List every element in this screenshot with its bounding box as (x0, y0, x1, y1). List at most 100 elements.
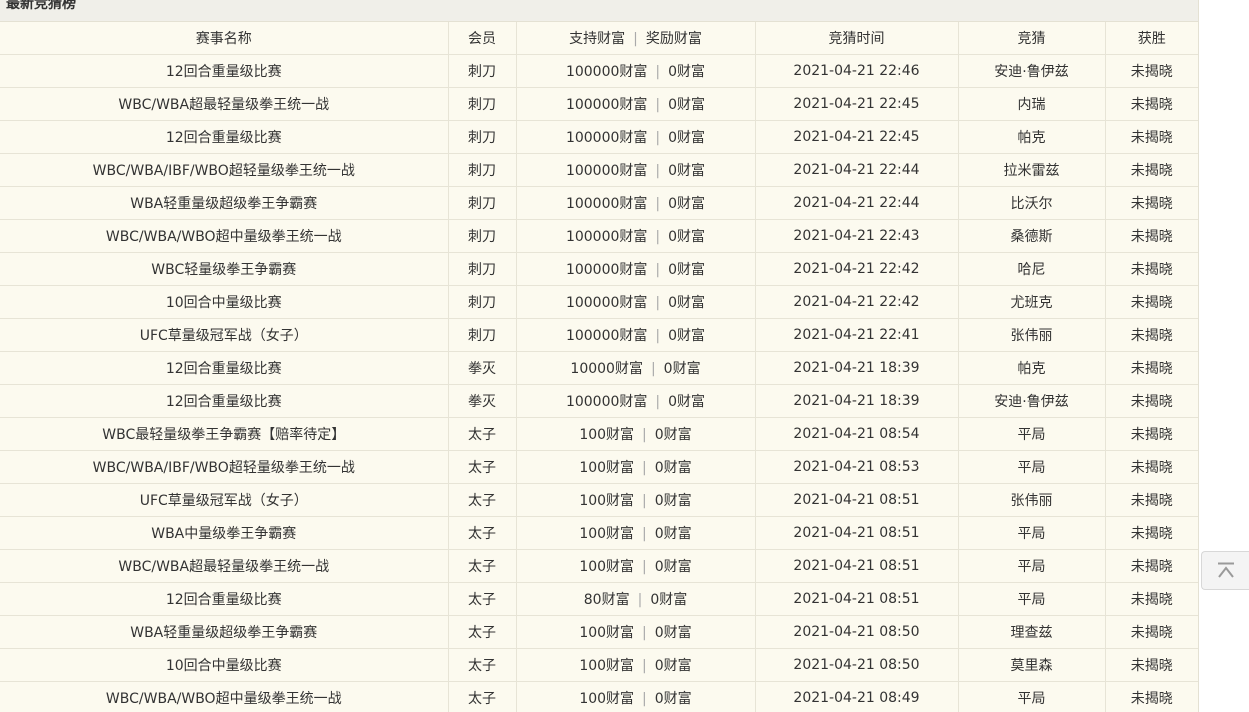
event-name: 12回合重量级比赛 (0, 384, 449, 418)
bet-time: 2021-04-21 22:44 (755, 186, 959, 220)
member-name: 太子 (448, 450, 517, 484)
reward-wealth: 0财富 (668, 394, 706, 410)
table-body: 12回合重量级比赛 刺刀 100000财富 | 0财富 2021-04-21 22:46 安… (0, 54, 1198, 712)
divider: | (642, 427, 647, 443)
wealth-cell: 100000财富 | 0财富 (516, 384, 756, 418)
bet-winner: 未揭晓 (1105, 120, 1198, 154)
member-name: 刺刀 (448, 153, 517, 187)
bet-winner: 未揭晓 (1105, 318, 1198, 352)
reward-wealth: 0财富 (668, 328, 706, 344)
member-name: 刺刀 (448, 87, 517, 121)
support-wealth: 100000财富 (565, 229, 648, 245)
bet-time: 2021-04-21 08:54 (755, 417, 959, 451)
reward-wealth: 0财富 (668, 130, 706, 146)
reward-wealth: 0财富 (668, 262, 706, 278)
divider: | (642, 559, 647, 575)
bet-winner: 未揭晓 (1105, 417, 1198, 451)
member-name: 拳灭 (448, 384, 517, 418)
wealth-cell: 100000财富 | 0财富 (516, 153, 756, 187)
bet-time: 2021-04-21 18:39 (755, 384, 959, 418)
divider: | (642, 691, 647, 707)
bet-time: 2021-04-21 22:42 (755, 252, 959, 286)
bet-pick: 平局 (958, 549, 1106, 583)
wealth-cell: 100000财富 | 0财富 (516, 285, 756, 319)
bet-pick: 平局 (958, 516, 1106, 550)
table-row: WBC/WBA超最轻量级拳王统一战 刺刀 100000财富 | 0财富 2021-04-2… (0, 87, 1198, 121)
bet-time: 2021-04-21 22:41 (755, 318, 959, 352)
support-wealth: 100000财富 (565, 262, 648, 278)
bet-pick: 张伟丽 (958, 483, 1106, 517)
reward-wealth: 0财富 (650, 592, 688, 608)
bet-time: 2021-04-21 08:49 (755, 681, 959, 712)
reward-wealth: 0财富 (654, 625, 692, 641)
bet-time: 2021-04-21 22:46 (755, 54, 959, 88)
event-name: UFC草量级冠军战（女子） (0, 318, 449, 352)
wealth-cell: 100财富 | 0财富 (516, 681, 756, 712)
member-name: 太子 (448, 417, 517, 451)
table-row: UFC草量级冠军战（女子） 刺刀 100000财富 | 0财富 2021-04-21 22… (0, 318, 1198, 352)
divider: | (642, 625, 647, 641)
support-wealth: 100财富 (579, 493, 635, 509)
table-row: 10回合中量级比赛 刺刀 100000财富 | 0财富 2021-04-21 22:42 尤… (0, 285, 1198, 319)
support-wealth: 100000财富 (565, 130, 648, 146)
table-row: WBC/WBA/WBO超中量级拳王统一战 刺刀 100000财富 | 0财富 2021-0… (0, 219, 1198, 253)
reward-wealth: 0财富 (654, 559, 692, 575)
support-wealth: 100000财富 (565, 394, 648, 410)
support-wealth: 100财富 (579, 691, 635, 707)
divider: | (655, 229, 661, 245)
divider: | (655, 262, 661, 278)
wealth-cell: 100000财富 | 0财富 (516, 219, 756, 253)
event-name: WBC/WBA超最轻量级拳王统一战 (0, 549, 449, 583)
wealth-cell: 100000财富 | 0财富 (516, 252, 756, 286)
bet-winner: 未揭晓 (1105, 549, 1198, 583)
bet-time: 2021-04-21 08:51 (755, 516, 959, 550)
bet-pick: 比沃尔 (958, 186, 1106, 220)
header-time: 竞猜时间 (755, 22, 959, 55)
member-name: 刺刀 (448, 120, 517, 154)
table-row: WBA轻重量级超级拳王争霸赛 刺刀 100000财富 | 0财富 2021-04-21 2… (0, 186, 1198, 220)
bet-time: 2021-04-21 08:53 (755, 450, 959, 484)
reward-wealth: 0财富 (654, 460, 692, 476)
divider: | (655, 295, 661, 311)
reward-wealth: 0财富 (654, 658, 692, 674)
bet-pick: 张伟丽 (958, 318, 1106, 352)
support-wealth: 100财富 (579, 625, 635, 641)
wealth-cell: 100000财富 | 0财富 (516, 186, 756, 220)
bet-pick: 莫里森 (958, 648, 1106, 682)
support-wealth: 80财富 (583, 592, 630, 608)
member-name: 刺刀 (448, 219, 517, 253)
reward-wealth: 0财富 (654, 427, 692, 443)
bet-pick: 安迪·鲁伊兹 (958, 54, 1106, 88)
reward-wealth: 0财富 (668, 64, 706, 80)
table-row: WBC/WBA/IBF/WBO超轻量级拳王统一战 太子 100财富 | 0财富 2021-… (0, 450, 1198, 484)
divider: | (650, 361, 656, 377)
event-name: 12回合重量级比赛 (0, 54, 449, 88)
wealth-cell: 100000财富 | 0财富 (516, 54, 756, 88)
support-wealth: 100财富 (579, 658, 635, 674)
event-name: WBC/WBA/WBO超中量级拳王统一战 (0, 681, 449, 712)
event-name: 10回合中量级比赛 (0, 285, 449, 319)
event-name: 12回合重量级比赛 (0, 120, 449, 154)
member-name: 太子 (448, 549, 517, 583)
wealth-cell: 100000财富 | 0财富 (516, 87, 756, 121)
divider: | (655, 97, 661, 113)
event-name: WBC最轻量级拳王争霸赛【赔率待定】 (0, 417, 449, 451)
table-row: 12回合重量级比赛 拳灭 100000财富 | 0财富 2021-04-21 18:39 安… (0, 384, 1198, 418)
wealth-cell: 100000财富 | 0财富 (516, 120, 756, 154)
reward-wealth: 0财富 (668, 295, 706, 311)
bet-pick: 拉米雷兹 (958, 153, 1106, 187)
bet-pick: 平局 (958, 450, 1106, 484)
support-wealth: 100000财富 (565, 64, 648, 80)
bet-pick: 帕克 (958, 120, 1106, 154)
back-to-top-icon (1218, 562, 1234, 578)
back-to-top-button[interactable] (1201, 551, 1249, 590)
event-name: WBA中量级拳王争霸赛 (0, 516, 449, 550)
divider: | (655, 64, 661, 80)
bet-time: 2021-04-21 22:42 (755, 285, 959, 319)
bet-time: 2021-04-21 22:45 (755, 120, 959, 154)
reward-wealth: 0财富 (654, 493, 692, 509)
event-name: WBC/WBA/IBF/WBO超轻量级拳王统一战 (0, 153, 449, 187)
divider: | (642, 493, 647, 509)
wealth-cell: 10000财富 | 0财富 (516, 351, 756, 385)
divider: | (655, 130, 661, 146)
